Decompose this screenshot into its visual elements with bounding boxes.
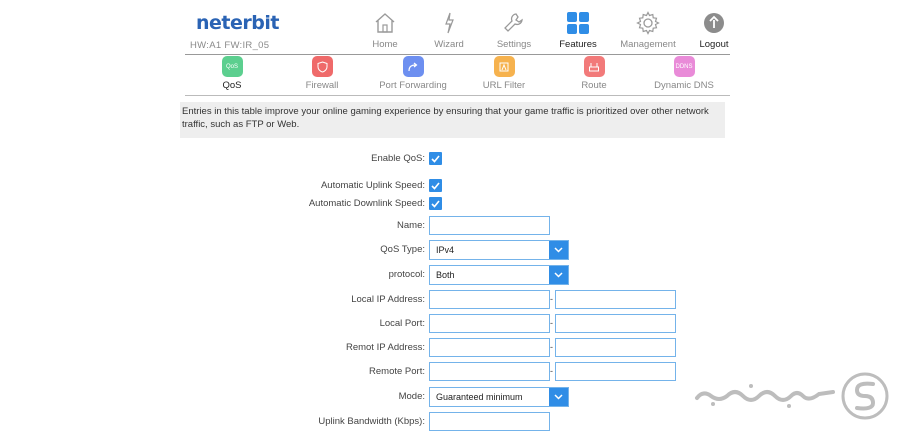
qos-type-label: QoS Type: bbox=[380, 244, 425, 255]
name-input[interactable] bbox=[429, 216, 550, 235]
name-label: Name: bbox=[397, 220, 425, 231]
remote-ip-to-input[interactable] bbox=[555, 338, 676, 357]
subnav-port-forwarding-label: Port Forwarding bbox=[379, 80, 447, 91]
local-port-from-input[interactable] bbox=[429, 314, 550, 333]
forward-arrow-icon bbox=[402, 56, 424, 77]
range-separator: - bbox=[550, 366, 553, 376]
subnav-qos-label: QoS bbox=[222, 80, 242, 91]
qos-icon: QoS bbox=[221, 56, 243, 77]
nav-logout-label: Logout bbox=[699, 39, 729, 50]
remote-ip-label: Remot IP Address: bbox=[345, 342, 425, 353]
hardware-firmware-version: HW:A1 FW:IR_05 bbox=[190, 40, 270, 51]
grid-icon bbox=[543, 10, 613, 36]
nav-settings[interactable]: Settings bbox=[479, 10, 549, 50]
protocol-label: protocol: bbox=[388, 269, 425, 280]
home-icon bbox=[350, 10, 420, 36]
watermark-logo bbox=[693, 372, 893, 424]
nav-wizard[interactable]: Wizard bbox=[414, 10, 484, 50]
nav-management[interactable]: Management bbox=[613, 10, 683, 50]
chevron-down-icon bbox=[549, 266, 568, 284]
remote-port-label: Remote Port: bbox=[369, 366, 425, 377]
subnav-firewall[interactable]: Firewall bbox=[277, 56, 367, 91]
mode-label: Mode: bbox=[398, 391, 425, 402]
auto-uplink-checkbox[interactable] bbox=[429, 179, 442, 192]
name-row: Name: bbox=[0, 216, 900, 236]
nav-logout[interactable]: Logout bbox=[679, 10, 749, 50]
qos-type-select[interactable]: IPv4 bbox=[429, 240, 569, 260]
remote-ip-row: Remot IP Address: - bbox=[0, 338, 900, 358]
top-divider bbox=[185, 54, 730, 55]
ddns-icon: DDNS bbox=[673, 56, 695, 77]
chevron-down-icon bbox=[549, 241, 568, 259]
logout-icon bbox=[679, 10, 749, 36]
subnav-route[interactable]: Route bbox=[549, 56, 639, 91]
enable-qos-row: Enable QoS: bbox=[0, 149, 900, 169]
qos-type-value: IPv4 bbox=[436, 245, 455, 255]
router-icon bbox=[583, 56, 605, 77]
protocol-select[interactable]: Both bbox=[429, 265, 569, 285]
range-separator: - bbox=[550, 294, 553, 304]
auto-uplink-label: Automatic Uplink Speed: bbox=[320, 180, 425, 191]
subnav-url-filter-label: URL Filter bbox=[482, 80, 526, 91]
remote-ip-from-input[interactable] bbox=[429, 338, 550, 357]
gear-icon bbox=[613, 10, 683, 36]
remote-port-from-input[interactable] bbox=[429, 362, 550, 381]
range-separator: - bbox=[550, 342, 553, 352]
auto-downlink-checkbox[interactable] bbox=[429, 197, 442, 210]
checkmark-icon bbox=[431, 181, 440, 190]
subnav-qos[interactable]: QoS QoS bbox=[187, 56, 277, 91]
range-separator: - bbox=[550, 318, 553, 328]
feature-subnav: QoS QoS Firewall Port Forwarding URL Fil… bbox=[185, 56, 730, 94]
auto-downlink-row: Automatic Downlink Speed: bbox=[0, 194, 900, 214]
mode-value: Guaranteed minimum bbox=[436, 392, 523, 402]
qos-type-row: QoS Type: IPv4 bbox=[0, 240, 900, 260]
uplink-bandwidth-label: Uplink Bandwidth (Kbps): bbox=[318, 416, 425, 427]
nav-home[interactable]: Home bbox=[350, 10, 420, 50]
brand-logo: neterbit bbox=[196, 12, 279, 34]
subnav-port-forwarding[interactable]: Port Forwarding bbox=[368, 56, 458, 91]
subnav-firewall-label: Firewall bbox=[305, 80, 339, 91]
wrench-icon bbox=[479, 10, 549, 36]
enable-qos-label: Enable QoS: bbox=[371, 153, 425, 164]
url-filter-icon bbox=[493, 56, 515, 77]
nav-features-label: Features bbox=[559, 39, 597, 50]
enable-qos-checkbox[interactable] bbox=[429, 152, 442, 165]
checkmark-icon bbox=[431, 154, 440, 163]
subnav-divider bbox=[185, 95, 730, 96]
checkmark-icon bbox=[431, 199, 440, 208]
nav-features[interactable]: Features bbox=[543, 10, 613, 50]
info-description: Entries in this table improve your onlin… bbox=[180, 102, 725, 138]
subnav-dynamic-dns[interactable]: DDNS Dynamic DNS bbox=[639, 56, 729, 91]
local-ip-row: Local IP Address: - bbox=[0, 290, 900, 310]
local-port-label: Local Port: bbox=[379, 318, 425, 329]
local-ip-label: Local IP Address: bbox=[351, 294, 425, 305]
protocol-value: Both bbox=[436, 270, 455, 280]
remote-port-to-input[interactable] bbox=[555, 362, 676, 381]
nav-settings-label: Settings bbox=[496, 39, 532, 50]
uplink-bandwidth-input[interactable] bbox=[429, 412, 550, 431]
local-ip-to-input[interactable] bbox=[555, 290, 676, 309]
nav-management-label: Management bbox=[620, 39, 676, 50]
nav-home-label: Home bbox=[372, 39, 398, 50]
nav-wizard-label: Wizard bbox=[434, 39, 464, 50]
subnav-url-filter[interactable]: URL Filter bbox=[459, 56, 549, 91]
mode-select[interactable]: Guaranteed minimum bbox=[429, 387, 569, 407]
shield-icon bbox=[311, 56, 333, 77]
local-ip-from-input[interactable] bbox=[429, 290, 550, 309]
chevron-down-icon bbox=[549, 388, 568, 406]
wizard-icon bbox=[414, 10, 484, 36]
subnav-route-label: Route bbox=[581, 80, 607, 91]
subnav-dynamic-dns-label: Dynamic DNS bbox=[654, 80, 714, 91]
protocol-row: protocol: Both bbox=[0, 265, 900, 285]
auto-downlink-label: Automatic Downlink Speed: bbox=[308, 198, 425, 209]
local-port-row: Local Port: - bbox=[0, 314, 900, 334]
local-port-to-input[interactable] bbox=[555, 314, 676, 333]
auto-uplink-row: Automatic Uplink Speed: bbox=[0, 176, 900, 196]
